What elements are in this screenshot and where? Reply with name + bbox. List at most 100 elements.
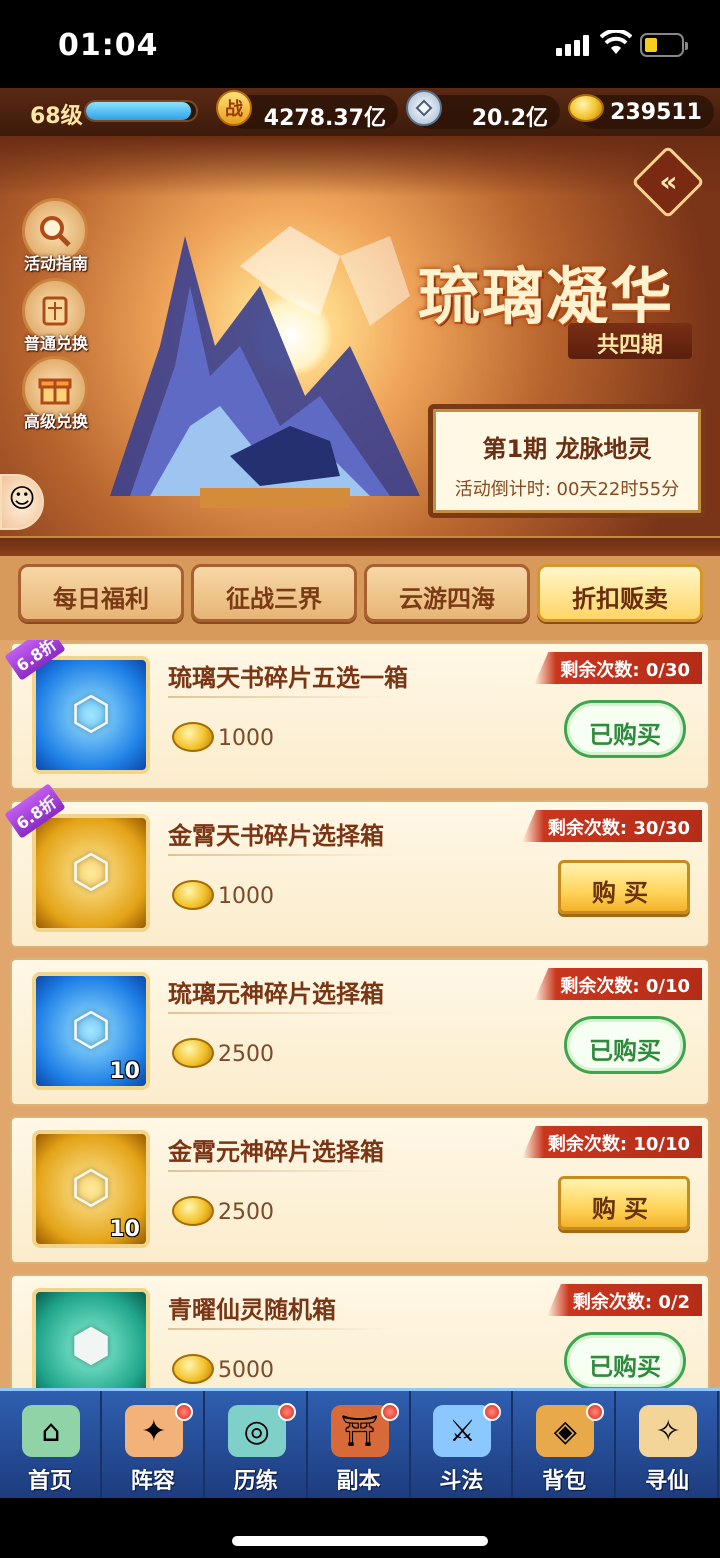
chest-icon: ⬡ [70,1002,112,1056]
home-indicator[interactable] [232,1536,488,1546]
nav-item-label: 副本 [336,1469,381,1494]
clock: 01:04 [58,28,159,63]
avatar[interactable]: ☺ [0,474,44,530]
countdown-value: 00天22时55分 [556,479,680,500]
purchased-button[interactable]: 已购买 [564,700,686,758]
notification-dot [380,1403,399,1421]
item-thumbnail[interactable]: ⬡ 10 [32,972,150,1090]
item-quantity: 10 [109,1059,140,1084]
battery-icon [640,33,688,57]
guide-label: 活动指南 [23,254,88,273]
silver-coin-icon [406,90,442,126]
tab-travel[interactable]: 云游四海 [364,564,530,622]
guide-button[interactable]: 活动指南 [16,198,96,278]
signal-icon [556,34,592,56]
xp-progress-bar [84,100,198,122]
buy-button[interactable]: 购买 [558,1176,690,1230]
nav-item-dungeon[interactable]: ⛩ 副本 [309,1391,411,1498]
item-thumbnail[interactable]: ⬢ [32,1288,150,1388]
item-divider [168,696,394,698]
nav-item-label: 背包 [542,1469,587,1494]
notification-dot [586,1403,605,1421]
bottom-nav: ⌂ 首页 ✦ 阵容 ◎ 历练 ⛩ 副本 ⚔ 斗法 ◈ 背包 ✧ 寻仙 [0,1388,720,1498]
banner-divider [0,536,720,558]
tab-discount-sale[interactable]: 折扣贩卖 [537,564,703,622]
period-board: 第1期 龙脉地灵 活动倒计时: 00天22时55分 [428,404,706,518]
gold-ingot-icon [568,94,604,122]
nav-item-lineup[interactable]: ✦ 阵容 [103,1391,205,1498]
power-icon: 战 [216,90,252,126]
training-icon: ◎ [227,1405,286,1457]
purchased-button[interactable]: 已购买 [564,1332,686,1388]
nav-item-home[interactable]: ⌂ 首页 [0,1391,102,1498]
remaining-count-badge: 剩余次数: 0/30 [534,652,702,684]
chest-icon: ⬡ [70,686,112,740]
seek-immortal-icon: ✧ [639,1405,698,1457]
status-bar: 01:04 [0,0,720,88]
nav-item-label: 历练 [233,1469,278,1494]
tab-campaign[interactable]: 征战三界 [191,564,357,622]
nav-item-label: 首页 [27,1469,72,1494]
item-price: 2500 [218,1200,274,1225]
banner-roof-decoration [0,136,720,196]
list-item[interactable]: ⬡ 6.8折 金霄天书碎片选择箱 1000 剩余次数: 30/30 购买 [4,783,710,948]
chest-icon: ⬡ [70,1160,112,1214]
list-item[interactable]: ⬡ 6.8折 琉璃天书碎片五选一箱 1000 剩余次数: 0/30 已购买 [4,640,710,790]
countdown-label: 活动倒计时: [454,479,551,500]
nav-item-training[interactable]: ◎ 历练 [206,1391,308,1498]
event-subtitle: 共四期 [568,323,692,359]
mountain-illustration [110,226,420,508]
home-indicator-area [0,1498,720,1558]
nav-item-label: 寻仙 [645,1469,690,1494]
nav-item-label: 斗法 [439,1469,484,1494]
remaining-count-badge: 剩余次数: 10/10 [521,1126,702,1158]
item-divider [168,1328,394,1330]
remaining-count-badge: 剩余次数: 0/2 [546,1284,702,1316]
resource-bar: 68级 4278.37亿 战 20.2亿 239511 [0,88,720,136]
item-name: 琉璃天书碎片五选一箱 [168,664,408,692]
back-arrow-icon: « [659,165,678,199]
tab-bar: 每日福利 征战三界 云游四海 折扣贩卖 [0,556,720,640]
power-value: 4278.37亿 [263,106,386,131]
chest-icon: ⬢ [70,1318,112,1372]
item-thumbnail[interactable]: ⬡ [32,814,150,932]
nav-item-battle[interactable]: ⚔ 斗法 [411,1391,514,1498]
item-name: 青曜仙灵随机箱 [168,1296,336,1324]
wifi-icon [600,30,632,54]
nav-item-seek-immortal[interactable]: ✧ 寻仙 [617,1391,720,1498]
item-thumbnail[interactable]: ⬡ 10 [32,1130,150,1248]
normal-exchange-label: 普通兑换 [23,334,88,353]
advanced-exchange-button[interactable]: 高级兑换 [16,356,96,436]
item-divider [168,854,394,856]
gold-ingot-icon [172,1354,214,1384]
tab-daily-welfare[interactable]: 每日福利 [18,564,184,622]
item-name: 琉璃元神碎片选择箱 [168,980,384,1008]
remaining-count-badge: 剩余次数: 30/30 [521,810,702,842]
gold-ingot-icon [172,1196,214,1226]
item-list[interactable]: ⬡ 6.8折 琉璃天书碎片五选一箱 1000 剩余次数: 0/30 已购买 ⬡ 6.8折 金霄天… [0,640,720,1388]
silver-value: 20.2亿 [471,106,548,131]
item-thumbnail[interactable]: ⬡ [32,656,150,774]
list-item[interactable]: ⬡ 10 金霄元神碎片选择箱 2500 剩余次数: 10/10 购买 [10,1116,710,1264]
normal-exchange-button[interactable]: 普通兑换 [16,278,96,358]
purchased-button[interactable]: 已购买 [564,1016,686,1074]
item-name: 金霄天书碎片选择箱 [168,822,384,850]
list-item[interactable]: ⬡ 10 琉璃元神碎片选择箱 2500 剩余次数: 0/10 已购买 [10,958,710,1106]
period-title: 第1期 龙脉地灵 [482,435,652,463]
notification-dot [483,1403,502,1421]
item-divider [168,1012,394,1014]
countdown: 活动倒计时: 00天22时55分 [433,475,701,501]
item-price: 1000 [218,726,274,751]
gold-value: 239511 [610,100,702,125]
buy-button[interactable]: 购买 [558,860,690,914]
home-icon: ⌂ [22,1405,80,1457]
gold-ingot-icon [172,880,214,910]
item-name: 金霄元神碎片选择箱 [168,1138,384,1166]
nav-item-backpack[interactable]: ◈ 背包 [514,1391,617,1498]
event-banner: 琉璃凝华 共四期 第1期 龙脉地灵 活动倒计时: 00天22时55分 « 活动指… [0,136,720,556]
item-quantity: 10 [109,1217,140,1242]
item-price: 2500 [218,1042,274,1067]
list-item[interactable]: ⬢ 青曜仙灵随机箱 5000 剩余次数: 0/2 已购买 [10,1274,710,1388]
notification-dot [277,1403,296,1421]
player-level: 68级 [30,104,83,129]
